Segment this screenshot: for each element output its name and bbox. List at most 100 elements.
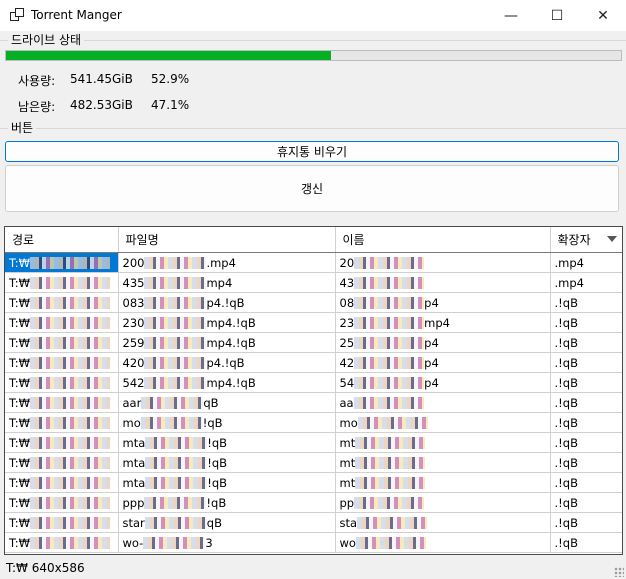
cell-name[interactable]: mo xyxy=(335,412,551,433)
redacted-text xyxy=(30,497,111,509)
cell-extension[interactable]: .!qB xyxy=(550,492,622,513)
cell-name[interactable]: 23 mp4 xyxy=(335,312,551,333)
cell-filename[interactable]: 435 mp4 xyxy=(118,272,336,293)
cell-name[interactable]: 25 p4 xyxy=(335,332,551,353)
cell-extension[interactable]: .!qB xyxy=(550,432,622,453)
column-header-extension[interactable]: 확장자 xyxy=(550,227,622,253)
cell-name[interactable]: 54 p4 xyxy=(335,372,551,393)
cell-text: 54 xyxy=(339,375,355,390)
cell-name[interactable]: pp xyxy=(335,492,551,513)
cell-extension[interactable]: .!qB xyxy=(550,512,622,533)
cell-path[interactable]: T:₩ xyxy=(5,392,119,413)
cell-extension[interactable]: .!qB xyxy=(550,292,622,313)
table-row[interactable]: T:₩ mta !qB mt .!qB xyxy=(5,432,622,453)
cell-extension[interactable]: .!qB xyxy=(550,392,622,413)
cell-filename[interactable]: 542 mp4.!qB xyxy=(118,372,336,393)
cell-path[interactable]: T:₩ xyxy=(5,292,119,313)
cell-text: T:₩ xyxy=(9,275,31,290)
cell-text: sta xyxy=(339,515,358,530)
cell-name[interactable]: mt xyxy=(335,452,551,473)
cell-path[interactable]: T:₩ xyxy=(5,412,119,433)
cell-extension[interactable]: .mp4 xyxy=(550,252,622,273)
cell-path[interactable]: T:₩ xyxy=(5,352,119,373)
cell-text: p4.!qB xyxy=(206,355,245,370)
cell-filename[interactable]: 200 .mp4 xyxy=(118,252,336,273)
table-row[interactable]: T:₩ wo- 3 wo .!qB xyxy=(5,532,622,553)
maximize-button[interactable]: ☐ xyxy=(534,0,580,31)
refresh-button[interactable]: 갱신 xyxy=(5,165,619,212)
cell-path[interactable]: T:₩ xyxy=(5,472,119,493)
cell-filename[interactable]: wo- 3 xyxy=(118,532,336,553)
table-row[interactable]: T:₩ mta !qB mt .!qB xyxy=(5,472,622,493)
cell-filename[interactable]: 083 p4.!qB xyxy=(118,292,336,313)
cell-extension[interactable]: .!qB xyxy=(550,332,622,353)
cell-name[interactable]: aa xyxy=(335,392,551,413)
table-row[interactable]: T:₩ 083 p4.!qB 08 p4 .!qB xyxy=(5,292,622,313)
minimize-button[interactable]: — xyxy=(488,0,534,31)
cell-name[interactable]: 08 p4 xyxy=(335,292,551,313)
cell-filename[interactable]: mo !qB xyxy=(118,412,336,433)
table-row[interactable]: T:₩ mta !qB mt .!qB xyxy=(5,452,622,473)
title-bar: Torrent Manger — ☐ ✕ xyxy=(0,0,626,31)
column-header-path[interactable]: 경로 xyxy=(5,227,119,253)
cell-filename[interactable]: 230 mp4.!qB xyxy=(118,312,336,333)
cell-extension[interactable]: .!qB xyxy=(550,372,622,393)
cell-text: .!qB xyxy=(554,335,578,350)
column-header-name[interactable]: 이름 xyxy=(335,227,551,253)
cell-extension[interactable]: .!qB xyxy=(550,412,622,433)
cell-path[interactable]: T:₩ xyxy=(5,272,119,293)
cell-name[interactable]: 43 xyxy=(335,272,551,293)
cell-filename[interactable]: ppp !qB xyxy=(118,492,336,513)
table-row[interactable]: T:₩ aar qB aa .!qB xyxy=(5,392,622,413)
cell-path[interactable]: T:₩ xyxy=(5,252,119,273)
redacted-text xyxy=(355,477,426,489)
table-row[interactable]: T:₩ mo !qB mo .!qB xyxy=(5,412,622,433)
cell-filename[interactable]: 420 p4.!qB xyxy=(118,352,336,373)
cell-path[interactable]: T:₩ xyxy=(5,432,119,453)
redacted-text xyxy=(144,517,207,529)
cell-extension[interactable]: .!qB xyxy=(550,312,622,333)
redacted-text xyxy=(143,537,206,549)
cell-name[interactable]: 20 xyxy=(335,252,551,273)
cell-name[interactable]: mt xyxy=(335,432,551,453)
cell-path[interactable]: T:₩ xyxy=(5,332,119,353)
table-row[interactable]: T:₩ 435 mp4 43 .mp4 xyxy=(5,272,622,293)
cell-filename[interactable]: mta !qB xyxy=(118,472,336,493)
table-row[interactable]: T:₩ 230 mp4.!qB 23 mp4 .!qB xyxy=(5,312,622,333)
cell-path[interactable]: T:₩ xyxy=(5,492,119,513)
cell-filename[interactable]: mta !qB xyxy=(118,452,336,473)
cell-path[interactable]: T:₩ xyxy=(5,452,119,473)
cell-extension[interactable]: .!qB xyxy=(550,452,622,473)
cell-filename[interactable]: 259 mp4.!qB xyxy=(118,332,336,353)
cell-extension[interactable]: .!qB xyxy=(550,532,622,553)
table-row[interactable]: T:₩ 542 mp4.!qB 54 p4 .!qB xyxy=(5,372,622,393)
file-grid[interactable]: 경로 파일명 이름 확장자 T:₩ 200 .mp4 20 .mp4 T:₩ 435 mp4 4… xyxy=(4,226,623,555)
close-icon: ✕ xyxy=(597,7,609,24)
cell-extension[interactable]: .!qB xyxy=(550,472,622,493)
close-button[interactable]: ✕ xyxy=(580,0,626,31)
table-row[interactable]: T:₩ star qB sta .!qB xyxy=(5,512,622,533)
cell-name[interactable]: mt xyxy=(335,472,551,493)
table-row[interactable]: T:₩ ppp !qB pp .!qB xyxy=(5,492,622,513)
cell-extension[interactable]: .!qB xyxy=(550,352,622,373)
dropdown-arrow-icon[interactable] xyxy=(606,236,617,242)
table-row[interactable]: T:₩ 200 .mp4 20 .mp4 xyxy=(5,252,622,273)
cell-name[interactable]: sta xyxy=(335,512,551,533)
cell-extension[interactable]: .mp4 xyxy=(550,272,622,293)
cell-filename[interactable]: star qB xyxy=(118,512,336,533)
cell-text: .!qB xyxy=(554,455,578,470)
redacted-text xyxy=(30,517,111,529)
empty-trash-button[interactable]: 휴지통 비우기 xyxy=(5,141,619,162)
cell-filename[interactable]: mta !qB xyxy=(118,432,336,453)
table-row[interactable]: T:₩ 259 mp4.!qB 25 p4 .!qB xyxy=(5,332,622,353)
cell-path[interactable]: T:₩ xyxy=(5,512,119,533)
table-row[interactable]: T:₩ 420 p4.!qB 42 p4 .!qB xyxy=(5,352,622,373)
cell-name[interactable]: wo xyxy=(335,532,551,553)
column-header-filename[interactable]: 파일명 xyxy=(118,227,336,253)
cell-filename[interactable]: aar qB xyxy=(118,392,336,413)
resize-grip-icon[interactable] xyxy=(614,567,624,577)
cell-name[interactable]: 42 p4 xyxy=(335,352,551,373)
cell-path[interactable]: T:₩ xyxy=(5,372,119,393)
cell-path[interactable]: T:₩ xyxy=(5,532,119,553)
cell-path[interactable]: T:₩ xyxy=(5,312,119,333)
